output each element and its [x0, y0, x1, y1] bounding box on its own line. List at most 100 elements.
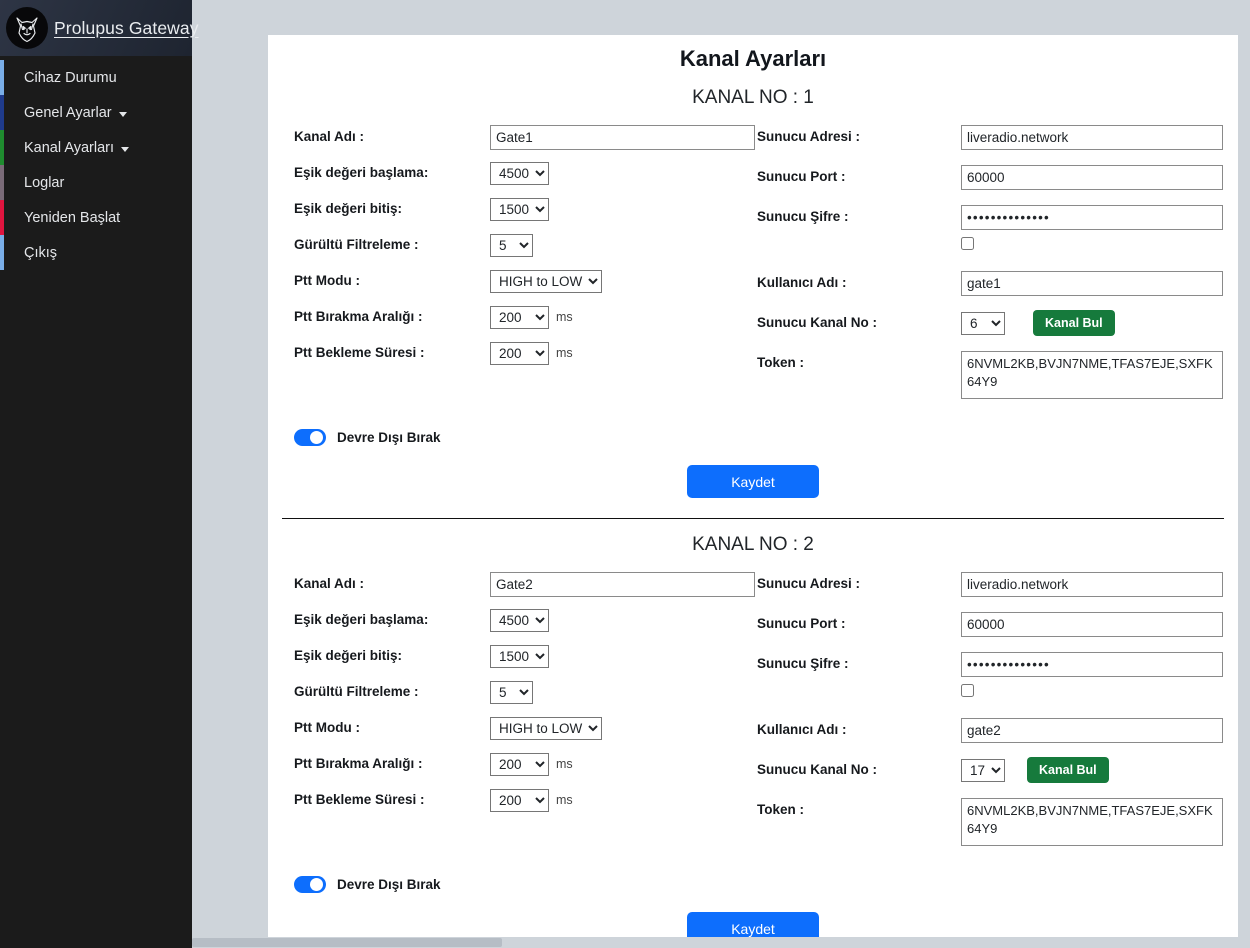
toggle-knob: [310, 878, 323, 891]
save-button-row: Kaydet: [282, 465, 1224, 498]
field-label: Kullanıcı Adı :: [757, 721, 847, 737]
brand-title[interactable]: Prolupus Gateway: [54, 18, 199, 39]
sidebar-item-cihaz-durumu[interactable]: Cihaz Durumu: [0, 60, 192, 95]
devre-disi-toggle-row: Devre Dışı Bırak: [282, 876, 1224, 893]
gurultu-filtreleme-select[interactable]: 51234678910: [490, 233, 533, 257]
esik-bitis-select[interactable]: 1500200025003000350040004500: [490, 197, 549, 221]
sunucu-port-input[interactable]: [961, 164, 1223, 190]
esik-baslama-select[interactable]: 4500400035003000250020001500: [490, 161, 549, 185]
field-sunucu-sifre: Sunucu Şifre :: [757, 650, 1224, 678]
kanal-bul-button[interactable]: Kanal Bul: [1027, 757, 1109, 783]
unit-label: ms: [556, 346, 573, 360]
sidebar: Prolupus Gateway Cihaz Durumu Genel Ayar…: [0, 0, 198, 948]
sunucu-sifre-input[interactable]: [961, 651, 1223, 677]
ptt-birakma-select[interactable]: 2001003004005006008001000: [490, 305, 549, 329]
field-label: Ptt Modu :: [294, 272, 360, 288]
field-ptt-bekleme-suresi: Ptt Bekleme Süresi : 2001003004005006008…: [294, 339, 753, 367]
horizontal-scrollbar[interactable]: [192, 937, 1250, 948]
kanal-adi-input[interactable]: [490, 571, 755, 597]
sidebar-nav: Cihaz Durumu Genel Ayarlar Kanal Ayarlar…: [0, 56, 192, 270]
field-label: Eşik değeri başlama:: [294, 164, 429, 180]
toggle-knob: [310, 431, 323, 444]
field-esik-baslama: Eşik değeri başlama: 4500400035003000250…: [294, 159, 753, 187]
devre-disi-label: Devre Dışı Bırak: [337, 877, 441, 892]
sunucu-adresi-input[interactable]: [961, 124, 1223, 150]
app-root: Prolupus Gateway Cihaz Durumu Genel Ayar…: [0, 0, 1250, 948]
field-sunucu-sifre: Sunucu Şifre :: [757, 203, 1224, 231]
token-textarea[interactable]: 6NVML2KB,BVJN7NME,TFAS7EJE,SXFK64Y9: [961, 798, 1223, 846]
chevron-down-icon: [118, 112, 127, 117]
field-label: Token :: [757, 802, 804, 817]
sidebar-item-label: Genel Ayarlar: [24, 104, 112, 121]
sifre-goster-checkbox[interactable]: [961, 236, 974, 250]
sidebar-item-genel-ayarlar[interactable]: Genel Ayarlar: [0, 95, 192, 130]
page-title: Kanal Ayarları: [679, 46, 827, 71]
kanal-bul-button[interactable]: Kanal Bul: [1033, 310, 1115, 336]
devre-disi-toggle-row: Devre Dışı Bırak: [282, 429, 1224, 446]
field-ptt-modu: Ptt Modu : HIGH to LOWLOW to HIGH: [294, 267, 753, 295]
sidebar-item-label: Çıkış: [24, 244, 58, 261]
field-sunucu-port: Sunucu Port :: [757, 163, 1224, 191]
field-esik-bitis: Eşik değeri bitiş: 150020002500300035004…: [294, 642, 753, 670]
nav-strip: [0, 235, 4, 270]
token-textarea[interactable]: 6NVML2KB,BVJN7NME,TFAS7EJE,SXFK64Y9: [961, 351, 1223, 399]
channel-form-grid: Kanal Adı : Eşik değeri başlama: 4500400…: [282, 123, 1224, 407]
field-label: Sunucu Kanal No :: [757, 314, 878, 330]
unit-label: ms: [556, 310, 573, 324]
devre-disi-toggle[interactable]: [294, 429, 326, 446]
ptt-bekleme-select[interactable]: 2001003004005006008001000: [490, 788, 549, 812]
kullanici-adi-input[interactable]: [961, 270, 1223, 296]
field-label: Kanal Adı :: [294, 575, 365, 591]
kanal-adi-input[interactable]: [490, 124, 755, 150]
unit-label: ms: [556, 793, 573, 807]
channel-heading: KANAL NO : 2: [692, 534, 814, 555]
ptt-modu-select[interactable]: HIGH to LOWLOW to HIGH: [490, 269, 602, 293]
field-label: Ptt Bekleme Süresi :: [294, 791, 425, 807]
field-label: Eşik değeri bitiş:: [294, 647, 403, 663]
sunucu-adresi-input[interactable]: [961, 571, 1223, 597]
esik-bitis-select[interactable]: 1500200025003000350040004500: [490, 644, 549, 668]
sidebar-item-yeniden-baslat[interactable]: Yeniden Başlat: [0, 200, 192, 235]
channel-section-2: KANAL NO : 2 Kanal Adı : Eşik değeri baş…: [282, 534, 1224, 945]
field-label: Gürültü Filtreleme :: [294, 683, 419, 699]
sidebar-item-kanal-ayarlari[interactable]: Kanal Ayarları: [0, 130, 192, 165]
sidebar-header: Prolupus Gateway: [0, 0, 198, 56]
field-label: Sunucu Kanal No :: [757, 761, 878, 777]
ptt-birakma-select[interactable]: 2001003004005006008001000: [490, 752, 549, 776]
ptt-bekleme-select[interactable]: 2001003004005006008001000: [490, 341, 549, 365]
ptt-modu-select[interactable]: HIGH to LOWLOW to HIGH: [490, 716, 602, 740]
chevron-down-icon: [121, 147, 130, 152]
gurultu-filtreleme-select[interactable]: 51234678910: [490, 680, 533, 704]
field-sunucu-adresi: Sunucu Adresi :: [757, 123, 1224, 151]
field-label: Sunucu Şifre :: [757, 655, 849, 671]
sunucu-kanal-no-select[interactable]: 1234567891011121314151617181920: [961, 311, 1005, 335]
content-area: Kanal Ayarları KANAL NO : 1 Kanal Adı :: [192, 0, 1250, 948]
field-gurultu-filtreleme: Gürültü Filtreleme : 51234678910: [294, 678, 753, 706]
sifre-goster-checkbox[interactable]: [961, 683, 974, 697]
sidebar-item-loglar[interactable]: Loglar: [0, 165, 192, 200]
field-ptt-modu: Ptt Modu : HIGH to LOWLOW to HIGH: [294, 714, 753, 742]
kullanici-adi-input[interactable]: [961, 717, 1223, 743]
sidebar-item-label: Cihaz Durumu: [24, 69, 117, 86]
field-sunucu-kanal-no: Sunucu Kanal No : 1234567891011121314151…: [757, 756, 1224, 784]
field-label: Ptt Modu :: [294, 719, 360, 735]
field-label: Gürültü Filtreleme :: [294, 236, 419, 252]
kaydet-button[interactable]: Kaydet: [687, 465, 819, 498]
field-kanal-adi: Kanal Adı :: [294, 570, 755, 598]
sidebar-item-cikis[interactable]: Çıkış: [0, 235, 192, 270]
field-kanal-adi: Kanal Adı :: [294, 123, 755, 151]
sunucu-sifre-input[interactable]: [961, 204, 1223, 230]
channel-form-right: Sunucu Adresi : Sunucu Port :: [753, 123, 1224, 407]
sidebar-item-label: Loglar: [24, 174, 65, 191]
esik-baslama-select[interactable]: 4500400035003000250020001500: [490, 608, 549, 632]
devre-disi-label: Devre Dışı Bırak: [337, 430, 441, 445]
channel-heading: KANAL NO : 1: [692, 87, 814, 108]
field-label: Token :: [757, 355, 804, 370]
scrollbar-thumb[interactable]: [192, 938, 502, 947]
nav-strip: [0, 95, 4, 130]
sunucu-port-input[interactable]: [961, 611, 1223, 637]
field-sunucu-kanal-no: Sunucu Kanal No : 1234567891011121314151…: [757, 309, 1224, 337]
channel-form-left: Kanal Adı : Eşik değeri başlama: 4500400…: [282, 123, 755, 407]
devre-disi-toggle[interactable]: [294, 876, 326, 893]
sunucu-kanal-no-select[interactable]: 1234567891011121314151617181920: [961, 758, 1005, 782]
